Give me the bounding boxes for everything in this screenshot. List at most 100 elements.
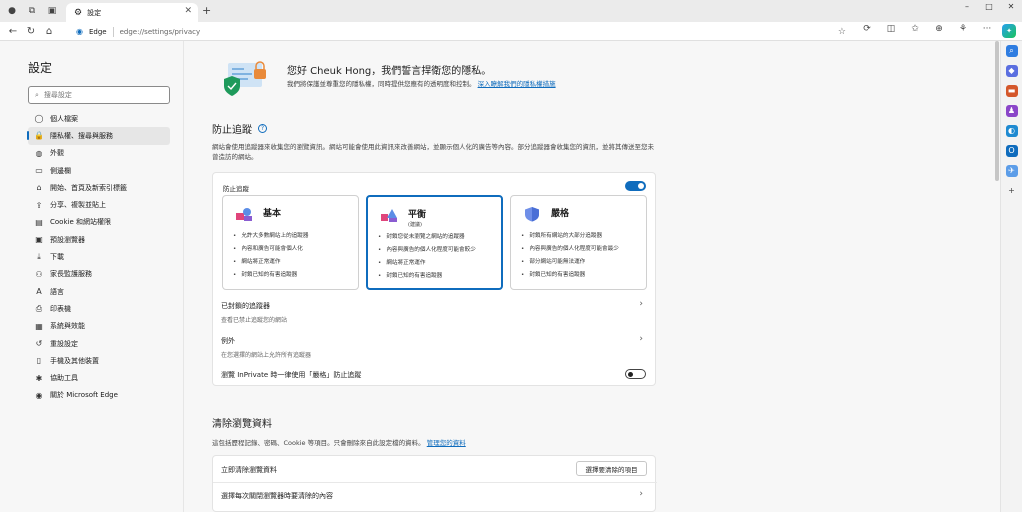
basic-shapes-icon (235, 206, 253, 222)
back-icon[interactable]: ← (4, 26, 22, 37)
phone-icon: ▯ (36, 356, 42, 366)
sidebar-item-label: 分享、複製並貼上 (50, 201, 106, 210)
sidebar-item[interactable]: ⌂ 開始、首頁及新索引標籤 (28, 179, 170, 196)
printer-icon: ⎙ (35, 303, 43, 313)
exceptions-label[interactable]: 例外 (221, 336, 235, 346)
choose-what-to-clear-button[interactable]: 選擇要清除的項目 (576, 461, 647, 476)
edge-logo-icon: ◉ (76, 27, 83, 36)
basic-title: 基本 (263, 209, 282, 219)
toolbar-icons: ⟳ ◫ ✩ ⊕ ⚘ ··· ✦ (858, 24, 1016, 38)
close-window-button[interactable]: ✕ (1000, 0, 1022, 14)
balanced-bullet: 封鎖您從未瀏覽之網站的追蹤器 (378, 231, 476, 244)
shopping-icon[interactable]: ◆ (1005, 65, 1018, 77)
sidebar-title: 設定 (28, 61, 53, 75)
tab-title: 設定 (87, 8, 102, 17)
sidebar-item[interactable]: ▦ 系統與效能 (28, 318, 170, 335)
privacy-learn-more-link[interactable]: 深入瞭解我們的隱私權措施 (478, 80, 556, 88)
sidebar-item[interactable]: ✱ 協助工具 (28, 369, 170, 386)
favorites-icon[interactable]: ✩ (906, 24, 924, 38)
palette-icon: ◍ (35, 148, 43, 158)
more-icon[interactable]: ··· (978, 24, 996, 38)
home-icon: ⌂ (36, 183, 42, 193)
chevron-right-icon[interactable]: › (639, 334, 643, 344)
extensions-icon[interactable]: ⚘ (954, 24, 972, 38)
new-tab-button[interactable]: + (202, 4, 211, 17)
hero-description: 我們將保護並尊重您的隱私權，同時提供您應有的透明度和控制。 深入瞭解我們的隱私權… (287, 79, 587, 89)
help-icon[interactable]: ? (258, 124, 267, 133)
tracking-option-balanced[interactable]: 平衡 (建議) 封鎖您從未瀏覽之網站的追蹤器 內容與廣告的個人化程度可能會較少 … (366, 195, 503, 290)
drop-icon[interactable]: ✈ (1005, 165, 1018, 177)
clear-data-card: 立即清除瀏覽資料 選擇要清除的項目 選擇每次關閉瀏覽器時要清除的內容 › (212, 455, 657, 512)
basic-bullet: 網站將正常運作 (233, 256, 308, 269)
profile-icon[interactable]: ● (4, 3, 20, 19)
balanced-title: 平衡 (408, 210, 427, 220)
games-icon[interactable]: ♟ (1005, 105, 1018, 117)
clear-desc-text: 這包括歷程記錄、密碼、Cookie 等項目。只會刪除來自此設定檔的資料。 (212, 439, 425, 447)
balanced-bullet: 網站將正常運作 (378, 257, 476, 270)
inprivate-strict-toggle[interactable] (625, 369, 646, 379)
add-sidebar-icon[interactable]: + (1006, 185, 1018, 197)
sidebar-item[interactable]: ▤ Cookie 和網站權限 (28, 214, 170, 231)
search-input[interactable]: ⌕ 搜尋設定 (28, 86, 170, 104)
chevron-right-icon[interactable]: › (639, 299, 643, 309)
sidebar-item[interactable]: ⤓ 下載 (28, 248, 170, 265)
sidebar-item[interactable]: ▣ 預設瀏覽器 (28, 231, 170, 248)
outlook-icon[interactable]: O (1005, 145, 1018, 157)
tracking-title-text: 防止追蹤 (212, 125, 252, 136)
tracking-option-strict[interactable]: 嚴格 封鎖所有網站的大部分追蹤器 內容與廣告的個人化程度可能會最少 部分網站可能… (510, 195, 647, 290)
close-tab-icon[interactable]: ✕ (184, 6, 192, 16)
sidebar-item[interactable]: ▭ 側邊欄 (28, 162, 170, 179)
balanced-bullets: 封鎖您從未瀏覽之網站的追蹤器 內容與廣告的個人化程度可能會較少 網站將正常運作 … (378, 231, 476, 283)
split-screen-icon[interactable]: ◫ (882, 24, 900, 38)
sidebar-item-label: 預設瀏覽器 (50, 235, 85, 244)
blocked-trackers-label[interactable]: 已封鎖的追蹤器 (221, 301, 270, 311)
exceptions-sub: 在您選擇的網站上允許所有追蹤器 (221, 352, 312, 359)
sidebar-item[interactable]: ⇪ 分享、複製並貼上 (28, 196, 170, 213)
address-bar: ← ↻ ⌂ ◉ Edge edge://settings/privacy ☆ ⟳… (0, 22, 1022, 41)
favorite-star-icon[interactable]: ☆ (838, 27, 846, 37)
basic-bullet: 允許大多數網站上的追蹤器 (233, 230, 308, 243)
sidebar-item-label: 外觀 (50, 149, 64, 158)
sidebar-item-label: 家長監護服務 (50, 270, 92, 279)
office-icon[interactable]: ◐ (1005, 125, 1018, 137)
minimize-button[interactable]: – (956, 0, 978, 14)
manage-data-link[interactable]: 管理您的資料 (427, 439, 466, 447)
scrollbar-thumb[interactable] (995, 41, 999, 181)
tracking-toggle[interactable] (625, 181, 646, 191)
sidebar-item[interactable]: ↺ 重設設定 (28, 335, 170, 352)
sidebar-item[interactable]: ◍ 外觀 (28, 145, 170, 162)
basic-bullet: 內容和廣告可能會個人化 (233, 243, 308, 256)
strict-bullet: 部分網站可能無法運作 (521, 256, 619, 269)
tab-settings[interactable]: ⚙ 設定 ✕ (66, 3, 198, 22)
reset-icon: ↺ (35, 339, 43, 348)
search-tool-icon[interactable]: ⌕ (1005, 45, 1018, 57)
sidebar-item[interactable]: ⎙ 印表機 (28, 300, 170, 317)
share-icon: ⇪ (35, 200, 43, 210)
url-separator (112, 26, 114, 37)
tab-actions-icon[interactable]: ▣ (44, 3, 60, 19)
copilot-icon[interactable]: ✦ (1002, 24, 1016, 38)
url-field[interactable]: ◉ Edge edge://settings/privacy ☆ (76, 24, 846, 39)
sidebar-item-label: 隱私權、搜尋與服務 (50, 131, 113, 140)
site-label: Edge (88, 27, 107, 36)
home-icon[interactable]: ⌂ (40, 26, 58, 37)
maximize-button[interactable]: □ (978, 0, 1000, 14)
sidebar-item[interactable]: A 語言 (28, 283, 170, 300)
strict-bullet: 內容與廣告的個人化程度可能會最少 (521, 243, 619, 256)
privacy-hero: 您好 Cheuk Hong，我們誓言捍衛您的隱私。 我們將保護並尊重您的隱私權，… (212, 53, 656, 103)
tracking-toggle-label: 防止追蹤 (223, 185, 249, 193)
tracking-option-basic[interactable]: 基本 允許大多數網站上的追蹤器 內容和廣告可能會個人化 網站將正常運作 封鎖已知… (222, 195, 359, 290)
title-bar: ● ⧉ ▣ ⚙ 設定 ✕ + – □ ✕ (0, 0, 1022, 22)
clear-on-close-label[interactable]: 選擇每次關閉瀏覽器時要清除的內容 (221, 491, 333, 501)
workspaces-icon[interactable]: ⧉ (24, 3, 40, 19)
refresh-page-icon[interactable]: ⟳ (858, 24, 876, 38)
sidebar-item[interactable]: ⚇ 家長監護服務 (28, 266, 170, 283)
refresh-icon[interactable]: ↻ (22, 26, 40, 37)
sidebar-item[interactable]: 🔒 隱私權、搜尋與服務 (27, 127, 170, 145)
chevron-right-icon[interactable]: › (639, 489, 643, 499)
sidebar-item[interactable]: ◯ 個人檔案 (28, 110, 170, 127)
tools-icon[interactable]: ▬ (1005, 85, 1018, 97)
sidebar-item[interactable]: ◉ 關於 Microsoft Edge (28, 387, 170, 404)
sidebar-item[interactable]: ▯ 手機及其他裝置 (28, 352, 170, 369)
collections-icon[interactable]: ⊕ (930, 24, 948, 38)
